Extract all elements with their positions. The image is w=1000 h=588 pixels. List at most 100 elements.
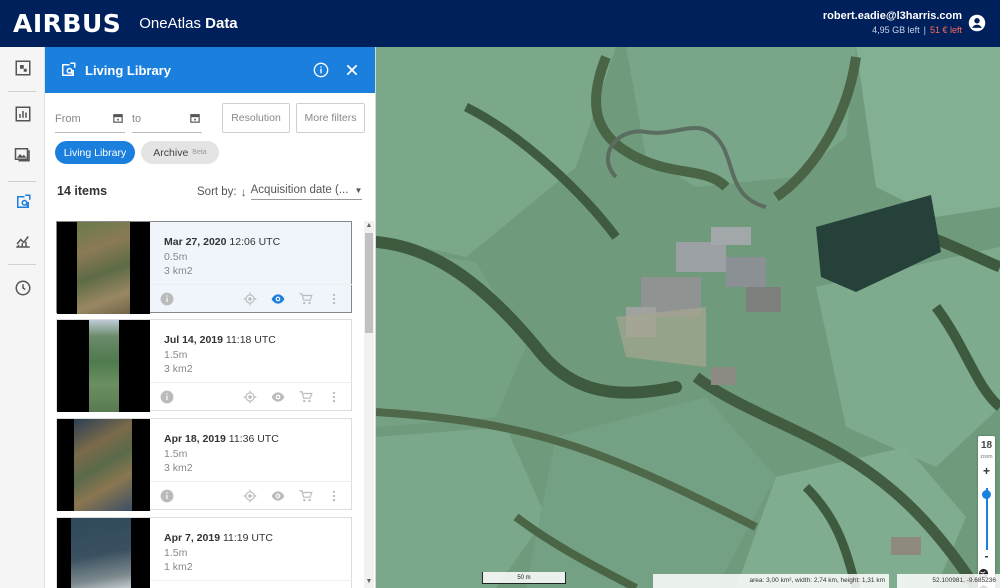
to-date-placeholder: to bbox=[132, 112, 142, 125]
scene-thumbnail[interactable] bbox=[57, 320, 150, 412]
rail-history-button[interactable] bbox=[0, 270, 45, 306]
analytics-icon bbox=[15, 236, 30, 248]
info-icon[interactable] bbox=[160, 390, 174, 404]
rail-overview-button[interactable] bbox=[0, 50, 45, 86]
calendar-icon bbox=[190, 114, 200, 123]
list-scrollbar[interactable]: ▲ ▼ bbox=[364, 221, 374, 588]
results-list: Mar 27, 2020 12:06 UTC 0.5m 3 km2 Jul 14… bbox=[56, 221, 352, 588]
map-area-info: area: 3,00 km², width: 2,74 km, height: … bbox=[653, 574, 889, 588]
locate-icon[interactable] bbox=[243, 292, 257, 306]
rail-images-button[interactable] bbox=[0, 136, 45, 172]
zoom-slider-handle[interactable] bbox=[982, 489, 991, 499]
locate-icon[interactable] bbox=[243, 489, 257, 503]
rail-analytics-button[interactable] bbox=[0, 223, 45, 259]
map-coordinates: 52.100981, -9.685236 bbox=[897, 574, 1000, 588]
tab-archive-label: Archive bbox=[153, 146, 189, 159]
scroll-up-icon[interactable]: ▲ bbox=[365, 222, 373, 230]
resolution-button[interactable]: Resolution bbox=[222, 103, 290, 133]
zoom-in-button[interactable]: + bbox=[978, 464, 995, 478]
from-date-field[interactable]: From bbox=[55, 105, 125, 133]
item-resolution: 1.5m bbox=[164, 448, 188, 460]
acquisition-date: Mar 27, 2020 12:06 UTC bbox=[164, 236, 281, 248]
rail-living-library-button[interactable] bbox=[0, 184, 45, 220]
item-actions bbox=[150, 481, 352, 510]
item-actions bbox=[150, 382, 352, 411]
airbus-logo[interactable]: AIRBUS bbox=[13, 9, 121, 38]
product-name-light: OneAtlas bbox=[139, 15, 201, 32]
sort-select[interactable]: Acquisition date (... ▼ bbox=[250, 184, 363, 200]
rail-divider bbox=[8, 181, 36, 182]
item-area: 3 km2 bbox=[164, 462, 193, 474]
item-resolution: 1.5m bbox=[164, 547, 188, 559]
scene-thumbnail[interactable] bbox=[57, 518, 150, 588]
info-icon[interactable] bbox=[313, 62, 329, 78]
list-item[interactable]: Apr 7, 2019 11:19 UTC 1.5m 1 km2 bbox=[56, 517, 352, 588]
more-vertical-icon[interactable] bbox=[327, 489, 341, 503]
tab-living-library[interactable]: Living Library bbox=[55, 141, 135, 164]
sort-value: Acquisition date (... bbox=[250, 184, 349, 196]
sort-control: Sort by: ↓ Acquisition date (... ▼ bbox=[197, 184, 363, 200]
zoom-level: 18 bbox=[980, 440, 993, 451]
tab-archive[interactable]: Archive Beta bbox=[141, 141, 219, 164]
eye-icon[interactable] bbox=[271, 292, 285, 306]
rail-divider bbox=[8, 91, 36, 92]
filters-row: From to Resolution More filters bbox=[55, 103, 367, 135]
info-icon[interactable] bbox=[160, 489, 174, 503]
user-info: robert.eadie@l3harris.com 4,95 GB left | 5… bbox=[823, 10, 962, 35]
map-scale-bar: 50 m bbox=[482, 572, 566, 584]
chevron-down-icon: ▼ bbox=[354, 185, 363, 195]
sort-direction-icon[interactable]: ↓ bbox=[241, 185, 247, 199]
eye-icon[interactable] bbox=[271, 489, 285, 503]
more-filters-button[interactable]: More filters bbox=[296, 103, 365, 133]
more-vertical-icon[interactable] bbox=[327, 390, 341, 404]
zoom-out-button[interactable]: - bbox=[978, 549, 995, 563]
more-vertical-icon[interactable] bbox=[327, 292, 341, 306]
images-icon bbox=[14, 148, 30, 162]
user-quota: 4,95 GB left | 51 € left bbox=[823, 25, 962, 35]
quota-separator: | bbox=[923, 25, 926, 35]
product-name: OneAtlas Data bbox=[139, 15, 237, 32]
item-area: 3 km2 bbox=[164, 265, 193, 277]
acquisition-date: Apr 18, 2019 11:36 UTC bbox=[164, 433, 279, 445]
to-date-field[interactable]: to bbox=[132, 105, 202, 133]
panel-header: Living Library bbox=[45, 47, 375, 93]
top-bar: AIRBUS OneAtlas Data robert.eadie@l3harr… bbox=[0, 0, 1000, 47]
account-icon[interactable] bbox=[968, 14, 986, 32]
overview-icon bbox=[15, 60, 30, 76]
beta-badge: Beta bbox=[192, 149, 207, 156]
chart-icon bbox=[15, 106, 30, 122]
scrollbar-thumb[interactable] bbox=[365, 233, 373, 333]
user-email: robert.eadie@l3harris.com bbox=[822, 10, 962, 22]
item-actions bbox=[150, 284, 352, 313]
scene-thumbnail[interactable] bbox=[57, 419, 150, 511]
cart-icon[interactable] bbox=[299, 292, 313, 306]
item-resolution: 1.5m bbox=[164, 349, 188, 361]
scene-thumbnail[interactable] bbox=[57, 222, 150, 314]
living-library-icon bbox=[62, 62, 76, 76]
living-library-icon bbox=[16, 194, 30, 208]
item-resolution: 0.5m bbox=[164, 251, 188, 263]
locate-icon[interactable] bbox=[243, 390, 257, 404]
storage-left: 4,95 GB left bbox=[872, 25, 920, 35]
eye-icon[interactable] bbox=[271, 390, 285, 404]
zoom-label: zoom bbox=[980, 454, 993, 460]
rail-divider bbox=[8, 264, 36, 265]
info-icon[interactable] bbox=[160, 292, 174, 306]
history-icon bbox=[15, 280, 30, 296]
satellite-map[interactable]: 18 zoom + - bbox=[376, 47, 1000, 588]
left-rail bbox=[0, 47, 45, 588]
list-item[interactable]: Jul 14, 2019 11:18 UTC 1.5m 3 km2 bbox=[56, 319, 352, 412]
satellite-imagery bbox=[376, 47, 1000, 588]
close-icon[interactable] bbox=[345, 63, 359, 77]
item-area: 3 km2 bbox=[164, 363, 193, 375]
product-name-bold: Data bbox=[205, 15, 238, 32]
acquisition-date: Apr 7, 2019 11:19 UTC bbox=[164, 532, 273, 544]
cart-icon[interactable] bbox=[299, 390, 313, 404]
acquisition-date: Jul 14, 2019 11:18 UTC bbox=[164, 334, 276, 346]
rail-chart-button[interactable] bbox=[0, 96, 45, 132]
scroll-down-icon[interactable]: ▼ bbox=[365, 578, 373, 586]
cart-icon[interactable] bbox=[299, 489, 313, 503]
living-library-panel: Living Library From to Resolution More f… bbox=[45, 47, 376, 588]
list-item[interactable]: Apr 18, 2019 11:36 UTC 1.5m 3 km2 bbox=[56, 418, 352, 511]
list-item[interactable]: Mar 27, 2020 12:06 UTC 0.5m 3 km2 bbox=[56, 221, 352, 314]
